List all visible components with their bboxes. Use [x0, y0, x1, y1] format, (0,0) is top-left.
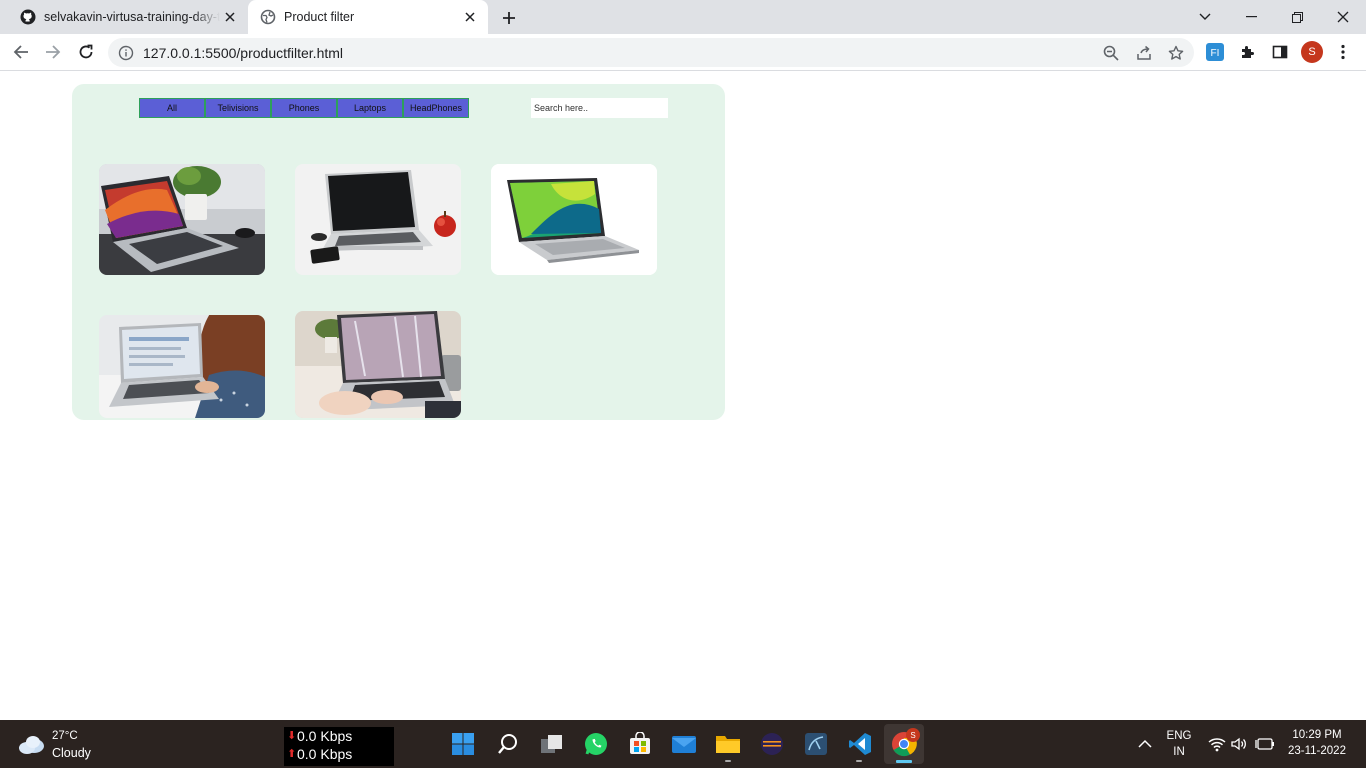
running-indicator — [856, 760, 862, 762]
extension-fi-label: FI — [1211, 48, 1220, 59]
extension-fi-icon[interactable]: FI — [1205, 42, 1225, 62]
search-icon[interactable] — [494, 730, 522, 758]
back-button[interactable] — [8, 39, 34, 65]
cloudy-weather-icon[interactable] — [18, 733, 46, 755]
product-image-acer-laptop — [491, 164, 657, 275]
volume-icon[interactable] — [1225, 730, 1253, 758]
show-hidden-icons-chevron[interactable] — [1131, 730, 1159, 758]
tab-github[interactable]: selvakavin-virtusa-training-day-task — [8, 0, 248, 34]
download-speed: 0.0 Kbps — [297, 728, 353, 744]
chrome-menu-icon[interactable] — [1333, 42, 1353, 62]
reload-button[interactable] — [73, 39, 99, 65]
globe-icon — [260, 9, 276, 25]
product-card[interactable] — [295, 164, 461, 275]
tab-product-filter[interactable]: Product filter — [248, 0, 488, 34]
browser-toolbar: 127.0.0.1:5500/productfilter.html FI — [0, 34, 1366, 71]
side-panel-icon[interactable] — [1270, 42, 1290, 62]
site-info-icon[interactable] — [118, 45, 134, 61]
share-icon[interactable] — [1135, 44, 1153, 62]
weather-condition[interactable]: Cloudy — [52, 746, 91, 760]
upload-speed: 0.0 Kbps — [297, 746, 353, 762]
product-card[interactable] — [491, 164, 657, 275]
battery-icon[interactable] — [1251, 730, 1279, 758]
filter-headphones-button[interactable]: HeadPhones — [403, 98, 469, 118]
minimize-button[interactable] — [1228, 0, 1274, 34]
extensions-puzzle-icon[interactable] — [1238, 42, 1258, 62]
close-window-button[interactable] — [1320, 0, 1366, 34]
tab-strip: selvakavin-virtusa-training-day-task Pro… — [0, 0, 1366, 34]
tab-search-button[interactable] — [1182, 0, 1228, 34]
windows-start-icon[interactable] — [449, 730, 477, 758]
product-image-woman-using-laptop — [99, 315, 265, 418]
restore-button[interactable] — [1274, 0, 1320, 34]
microsoft-store-icon[interactable] — [626, 730, 654, 758]
filter-all-button[interactable]: All — [139, 98, 205, 118]
filter-button-group: All Telivisions Phones Laptops HeadPhone… — [139, 98, 469, 118]
filter-phones-button[interactable]: Phones — [271, 98, 337, 118]
search-input[interactable] — [531, 98, 668, 118]
bookmark-star-icon[interactable] — [1167, 44, 1185, 62]
product-card[interactable] — [99, 315, 265, 418]
weather-temperature[interactable]: 27°C — [52, 730, 78, 742]
address-bar[interactable]: 127.0.0.1:5500/productfilter.html — [108, 38, 1194, 67]
task-view-icon[interactable] — [538, 730, 566, 758]
language-line2[interactable]: IN — [1163, 746, 1195, 758]
product-image-hands-typing-laptop — [295, 311, 461, 418]
close-tab-icon[interactable] — [460, 7, 480, 27]
language-line1[interactable]: ENG — [1163, 730, 1195, 742]
filter-laptops-button[interactable]: Laptops — [337, 98, 403, 118]
product-card[interactable] — [99, 164, 265, 275]
close-tab-icon[interactable] — [220, 7, 240, 27]
running-indicator — [725, 760, 731, 762]
vscode-icon[interactable] — [846, 730, 874, 758]
mail-icon[interactable] — [670, 730, 698, 758]
clock-date[interactable]: 23-11-2022 — [1282, 745, 1352, 757]
file-explorer-icon[interactable] — [714, 730, 742, 758]
whatsapp-icon[interactable] — [582, 730, 610, 758]
new-tab-button[interactable] — [498, 7, 520, 29]
mysql-workbench-icon[interactable] — [802, 730, 830, 758]
github-icon — [20, 9, 36, 25]
active-indicator — [896, 760, 912, 763]
chrome-profile-badge: S — [906, 728, 920, 742]
filter-televisions-button[interactable]: Telivisions — [205, 98, 271, 118]
url-text: 127.0.0.1:5500/productfilter.html — [143, 45, 344, 61]
clock-time[interactable]: 10:29 PM — [1282, 729, 1352, 741]
upload-arrow-icon: ⬆ — [287, 748, 297, 760]
forward-button[interactable] — [40, 39, 66, 65]
tab-title: selvakavin-virtusa-training-day-task — [44, 10, 220, 24]
tab-title: Product filter — [284, 10, 355, 24]
product-image-laptop-with-apple — [295, 164, 461, 275]
product-card[interactable] — [295, 311, 461, 418]
download-arrow-icon: ⬇ — [287, 730, 297, 742]
zoom-icon[interactable] — [1102, 44, 1120, 62]
profile-avatar[interactable]: S — [1301, 41, 1323, 63]
eclipse-icon[interactable] — [758, 730, 786, 758]
product-image-laptop-on-desk — [99, 164, 265, 275]
